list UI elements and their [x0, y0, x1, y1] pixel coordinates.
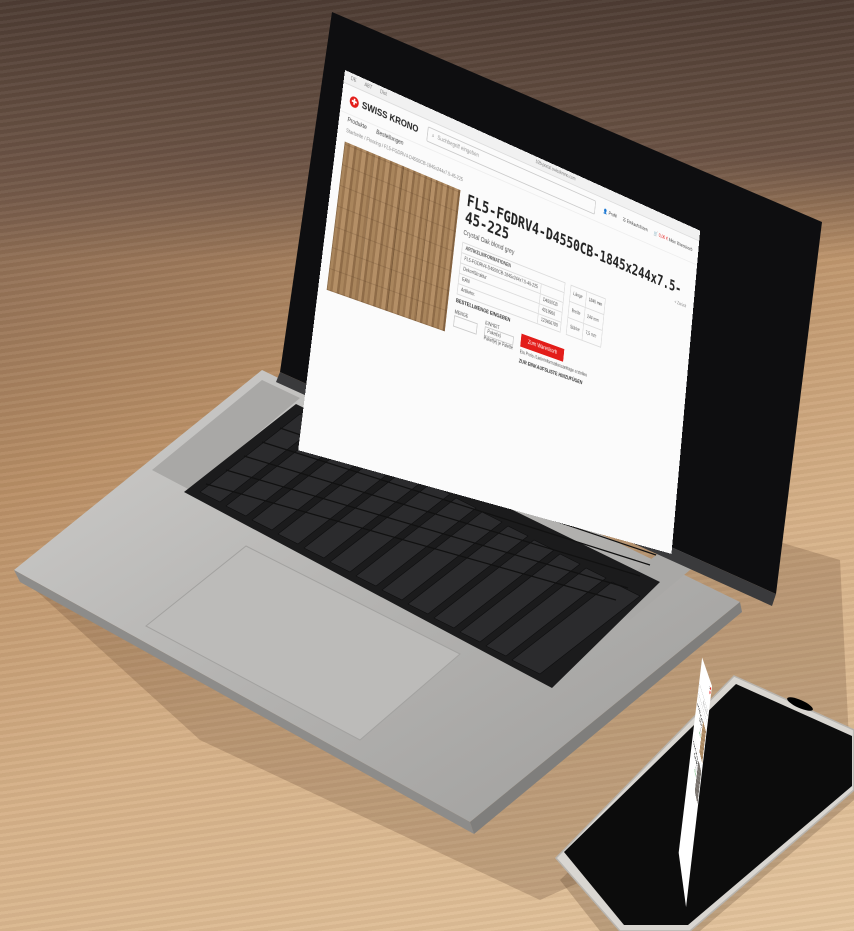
- cart-count: 0,00 €: [658, 233, 669, 243]
- profile-label: Profil: [608, 210, 617, 220]
- list-icon[interactable]: ☰ Einkaufslisten: [622, 217, 647, 233]
- browser-tab[interactable]: DE: [350, 76, 356, 84]
- lists-label: Einkaufslisten: [626, 218, 648, 234]
- search-icon: ⌕: [431, 132, 435, 140]
- browser-tab[interactable]: Dist: [380, 89, 387, 98]
- browser-tab[interactable]: ABT: [364, 82, 372, 91]
- user-icon[interactable]: 👤 Profil: [603, 209, 617, 220]
- dimensions-table: Länge 1845 mm Breite 244 mm Stärke 7,5 mm: [566, 284, 606, 348]
- swiss-cross-icon: ✚: [349, 94, 360, 109]
- cart-label: Mein Warenkorb: [668, 237, 693, 253]
